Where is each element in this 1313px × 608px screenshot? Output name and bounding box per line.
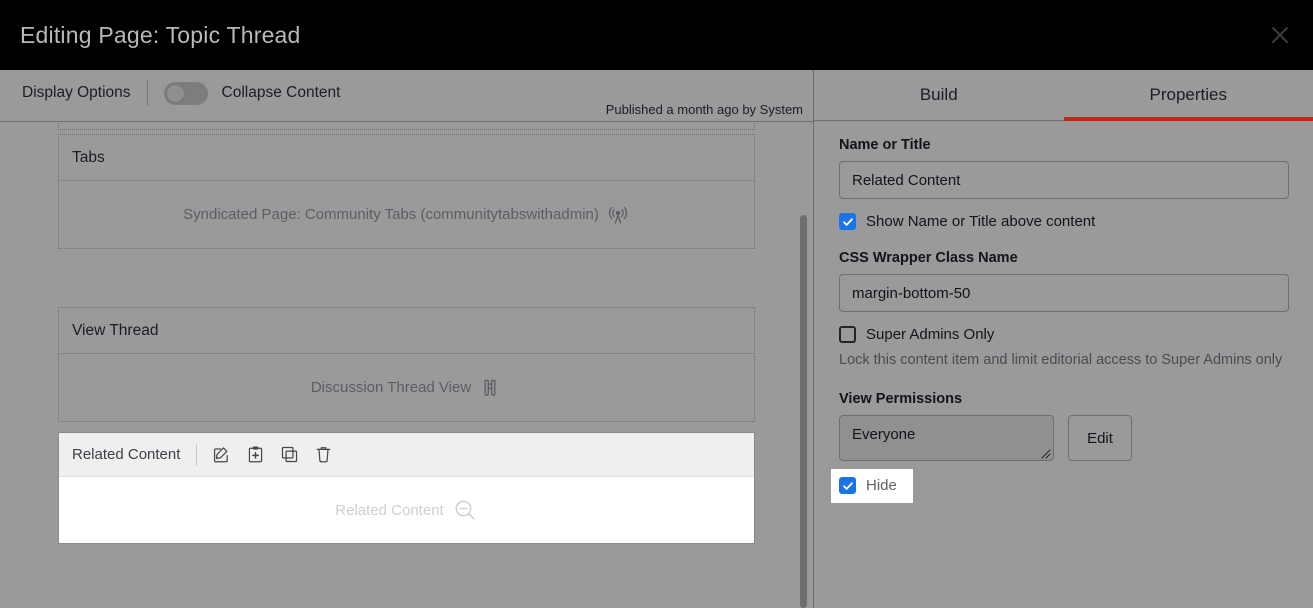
zone-view-thread-title: View Thread: [59, 308, 754, 354]
zone-view-thread-body-text: Discussion Thread View: [310, 379, 472, 396]
published-status: Published a month ago by System: [605, 102, 803, 117]
tab-properties[interactable]: Properties: [1063, 70, 1313, 121]
show-name-checkbox[interactable]: [839, 213, 856, 230]
view-permissions-value: Everyone: [852, 426, 916, 444]
zoom-out-icon: [452, 497, 478, 523]
css-wrapper-input[interactable]: margin-bottom-50: [839, 274, 1289, 312]
broadcast-antenna-icon: [606, 203, 630, 227]
hide-checkbox-label: Hide: [866, 477, 897, 495]
trash-icon[interactable]: [313, 445, 333, 465]
collapse-content-toggle[interactable]: [163, 81, 208, 105]
tab-build[interactable]: Build: [814, 70, 1064, 120]
copy-icon[interactable]: [279, 445, 299, 465]
close-icon[interactable]: [1265, 20, 1295, 50]
toggle-knob: [165, 83, 185, 103]
properties-form: Name or Title Related Content Show Name …: [814, 121, 1313, 504]
editing-page-modal: Editing Page: Topic Thread Display Optio…: [0, 0, 1313, 608]
show-name-checkbox-row[interactable]: Show Name or Title above content: [839, 213, 1289, 230]
name-or-title-label: Name or Title: [839, 137, 931, 153]
binoculars-icon: [478, 376, 502, 400]
page-editor-pane: Display Options Collapse Content Publish…: [0, 70, 813, 608]
zone-tabs-title: Tabs: [59, 135, 754, 181]
super-admins-checkbox-row[interactable]: Super Admins Only: [839, 326, 1289, 343]
display-options-label: Display Options: [22, 84, 131, 101]
zone-tabs[interactable]: Tabs Syndicated Page: Community Tabs (co…: [58, 134, 755, 249]
canvas-scrollbar[interactable]: [799, 122, 808, 608]
super-admins-checkbox[interactable]: [839, 326, 856, 343]
related-content-title: Related Content: [72, 446, 181, 463]
show-name-checkbox-label: Show Name or Title above content: [866, 213, 1096, 230]
pane-tabs: Build Properties: [814, 70, 1313, 121]
display-options-bar: Display Options Collapse Content Publish…: [0, 70, 813, 122]
zone-view-thread-body[interactable]: Discussion Thread View: [59, 354, 754, 421]
view-permissions-input[interactable]: Everyone: [839, 415, 1054, 462]
toolbar-divider: [146, 80, 148, 106]
edit-permissions-button[interactable]: Edit: [1068, 415, 1132, 462]
view-permissions-label: View Permissions: [839, 391, 963, 408]
super-admins-checkbox-label: Super Admins Only: [866, 326, 995, 343]
related-content-placeholder: Related Content: [335, 497, 477, 523]
modal-titlebar: Editing Page: Topic Thread: [0, 0, 1313, 70]
related-content-panel[interactable]: Related Content Related Content: [58, 432, 755, 544]
clipboard-plus-icon[interactable]: [245, 445, 265, 465]
resize-grip-icon[interactable]: [1039, 446, 1051, 459]
related-content-toolbar: Related Content: [59, 433, 754, 477]
properties-pane: Build Properties Name or Title Related C…: [814, 70, 1313, 608]
related-content-placeholder-text: Related Content: [335, 501, 444, 519]
edit-icon[interactable]: [211, 445, 231, 465]
css-wrapper-label: CSS Wrapper Class Name: [839, 250, 1018, 266]
page-title: Editing Page: Topic Thread: [20, 21, 301, 48]
hide-checkbox[interactable]: [839, 477, 856, 495]
name-or-title-input[interactable]: Related Content: [839, 161, 1289, 199]
scrollbar-thumb[interactable]: [800, 215, 807, 608]
super-admins-helper-text: Lock this content item and limit editori…: [839, 352, 1283, 368]
zone-view-thread[interactable]: View Thread Discussion Thread View: [58, 307, 755, 422]
zone-partial-above[interactable]: [58, 122, 755, 130]
hide-checkbox-row[interactable]: Hide: [831, 469, 913, 504]
collapse-content-label: Collapse Content: [221, 84, 341, 101]
zone-tabs-body-text: Syndicated Page: Community Tabs (communi…: [183, 206, 599, 223]
page-canvas: Tabs Syndicated Page: Community Tabs (co…: [0, 122, 813, 608]
toolbar-divider: [196, 443, 198, 466]
zone-tabs-body[interactable]: Syndicated Page: Community Tabs (communi…: [59, 181, 754, 248]
related-content-body[interactable]: Related Content: [59, 477, 754, 543]
